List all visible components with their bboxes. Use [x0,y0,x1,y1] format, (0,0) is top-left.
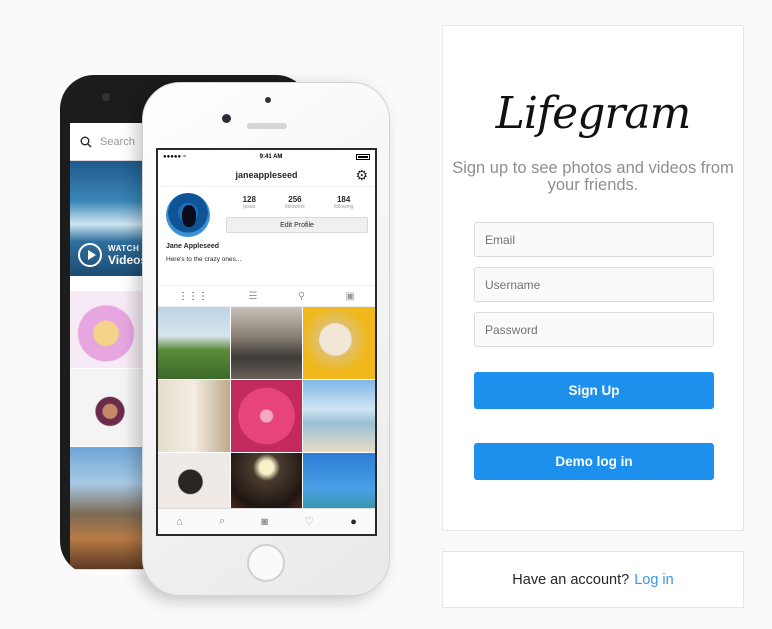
profile-icon[interactable]: ● [350,516,357,528]
profile-username: janeappleseed [235,169,298,180]
login-link[interactable]: Log in [634,572,674,588]
home-button[interactable] [247,544,285,582]
demo-login-button[interactable]: Demo log in [474,443,714,480]
profile-view-tabs: ⋮⋮⋮ ☰ ⚲ ▣ [158,285,375,307]
location-icon[interactable]: ⚲ [298,291,305,302]
signup-card: Lifegram Sign up to see photos and video… [442,25,744,531]
profile-name: Jane Appleseed [166,243,220,250]
stat-value: 128 [242,195,256,204]
stat-label: followers [285,204,305,210]
signal-icon: ●●●●● ≈ [163,153,187,160]
stat-label: posts [243,204,256,210]
home-icon[interactable]: ⌂ [176,516,183,528]
profile-header: janeappleseed ⚙ [158,163,375,187]
profile-bio: Here's to the crazy ones... [166,256,242,263]
list-icon[interactable]: ☰ [248,291,257,302]
photo-park[interactable] [158,307,230,379]
watch-videos-overlay: WATCH Videos [78,243,147,267]
video-thumbnail[interactable]: WATCH Videos [70,161,150,276]
signup-button[interactable]: Sign Up [474,372,714,409]
username-field[interactable] [474,267,714,302]
search-icon[interactable]: ⌕ [219,515,225,528]
profile-stats: 128 posts 256 followers 184 following [228,195,368,210]
search-placeholder: Search [100,135,135,148]
bottom-nav: ⌂ ⌕ ◙ ♡ ● [158,508,375,534]
photo-flower[interactable] [230,380,303,452]
photo-grid [158,307,375,525]
play-icon [78,243,102,267]
gear-icon[interactable]: ⚙ [355,167,368,184]
explore-photo-dog[interactable] [70,369,150,446]
photo-bridge[interactable] [230,307,303,379]
status-time: 9:41 AM [259,153,283,160]
edit-profile-button[interactable]: Edit Profile [226,217,368,233]
stat-label: following [333,204,354,210]
camera-icon[interactable]: ◙ [261,516,268,528]
grid-icon[interactable]: ⋮⋮⋮ [178,291,208,302]
photo-beach[interactable] [303,380,375,452]
email-field[interactable] [474,222,714,257]
photo-puppy[interactable] [303,307,375,379]
explore-photo-burger[interactable] [70,447,150,569]
heart-icon[interactable]: ♡ [304,515,314,528]
signup-tagline: Sign up to see photos and videos from yo… [452,159,734,194]
status-bar: ●●●●● ≈ 9:41 AM [158,150,375,163]
stat-followers[interactable]: 256 followers [285,195,305,210]
app-logo: Lifegram [495,88,692,139]
front-phone-camera [265,97,271,103]
front-phone-screen: ●●●●● ≈ 9:41 AM janeappleseed ⚙ 128 post… [156,148,377,536]
stat-value: 256 [288,195,302,204]
avatar[interactable] [166,193,210,237]
profile-section: 128 posts 256 followers 184 following Ed… [158,187,375,285]
password-field[interactable] [474,312,714,347]
login-prompt: Have an account? [512,571,630,588]
search-icon [80,136,92,147]
battery-icon [355,153,370,160]
photo-interior[interactable] [158,380,230,452]
stat-posts[interactable]: 128 posts [243,195,256,210]
stat-following[interactable]: 184 following [334,195,353,210]
back-phone-camera [102,93,110,101]
explore-photo-cat[interactable] [70,291,150,368]
front-phone-lens [222,114,231,123]
stat-value: 184 [336,195,351,204]
front-phone-speaker [247,123,287,129]
front-phone: ●●●●● ≈ 9:41 AM janeappleseed ⚙ 128 post… [142,82,390,596]
tagged-icon[interactable]: ▣ [345,291,354,302]
login-card: Have an account? Log in [442,551,744,608]
